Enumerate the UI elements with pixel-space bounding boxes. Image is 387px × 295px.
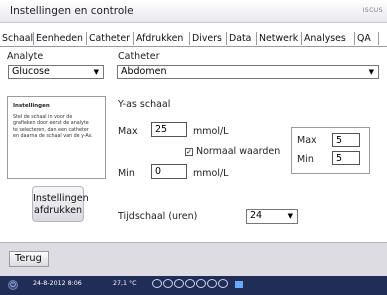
chevron-down-icon: ▼ (287, 212, 293, 220)
analyte-value: Glucose (12, 66, 50, 77)
power-icon[interactable]: ⏻ (8, 280, 18, 290)
normal-values-checkbox[interactable]: ✓ (185, 148, 193, 156)
sample-slot-icon (163, 279, 173, 288)
tab-netwerk[interactable]: Netwerk (257, 32, 302, 45)
status-bar: ⏻ 24-8-2012 8:06 27,1 °C (0, 276, 387, 295)
yaxis-min-input[interactable]: 0 (151, 164, 187, 179)
yaxis-max-label: Max (118, 126, 138, 137)
normal-values-panel: Max 5 Min 5 (291, 127, 370, 174)
timescale-select[interactable]: 24 ▼ (246, 209, 298, 224)
catheter-value: Abdomen (121, 66, 167, 77)
sample-slot-icon (207, 279, 217, 288)
yaxis-title: Y-as schaal (118, 99, 171, 110)
yaxis-min-label: Min (118, 168, 135, 179)
tab-afdrukken[interactable]: Afdrukken (134, 32, 190, 45)
sample-slot-icon (174, 279, 184, 288)
title-bar: Instellingen en controle ISCUS (0, 0, 387, 23)
info-panel: Instellingen Stel de schaal in voor de g… (7, 96, 106, 179)
yaxis-max-unit: mmol/L (193, 126, 229, 137)
window-title: Instellingen en controle (10, 5, 134, 17)
info-text: Stel de schaal in voor de grafieken door… (13, 115, 93, 139)
status-temperature: 27,1 °C (113, 280, 137, 287)
timescale-value: 24 (250, 210, 263, 221)
timescale-label: Tijdschaal (uren) (118, 211, 198, 222)
analyte-label: Analyte (7, 51, 44, 62)
normal-max-input[interactable]: 5 (332, 133, 360, 147)
footer-bar (0, 242, 387, 276)
sample-slot-icon (152, 279, 162, 288)
tab-divers[interactable]: Divers (190, 32, 227, 45)
tab-data[interactable]: Data (227, 32, 257, 45)
normal-min-label: Min (297, 154, 314, 165)
brand-label: ISCUS (362, 7, 383, 14)
info-title: Instellingen (13, 103, 50, 109)
sample-slot-icon (196, 279, 206, 288)
sample-slot-icon (218, 279, 228, 288)
tab-qa[interactable]: QA (355, 32, 379, 45)
status-date-time: 24-8-2012 8:06 (33, 280, 82, 287)
normal-max-label: Max (297, 135, 317, 146)
yaxis-max-input[interactable]: 25 (151, 122, 187, 137)
chevron-down-icon: ▼ (93, 68, 99, 76)
chevron-down-icon: ▼ (368, 68, 374, 76)
print-settings-button[interactable]: Instellingen afdrukken (32, 186, 89, 222)
catheter-label: Catheter (118, 51, 160, 62)
print-settings-line1: Instellingen (33, 193, 89, 204)
back-button[interactable]: Terug (9, 251, 49, 267)
print-settings-line2: afdrukken (33, 205, 83, 216)
sample-slot-icon (185, 279, 195, 288)
tab-analyses[interactable]: Analyses (302, 32, 355, 45)
tab-schaal[interactable]: Schaal (0, 32, 34, 45)
tab-eenheden[interactable]: Eenheden (34, 32, 87, 45)
sample-slots (152, 279, 240, 290)
analyte-select[interactable]: Glucose ▼ (8, 65, 104, 79)
tab-catheter[interactable]: Catheter (87, 32, 134, 45)
tab-bar: Schaal Eenheden Catheter Afdrukken Diver… (0, 32, 387, 47)
yaxis-min-unit: mmol/L (193, 168, 229, 179)
normal-values-label: Normaal waarden (196, 146, 281, 157)
normal-min-input[interactable]: 5 (332, 151, 360, 165)
catheter-select[interactable]: Abdomen ▼ (117, 65, 379, 79)
network-icon (235, 281, 243, 288)
